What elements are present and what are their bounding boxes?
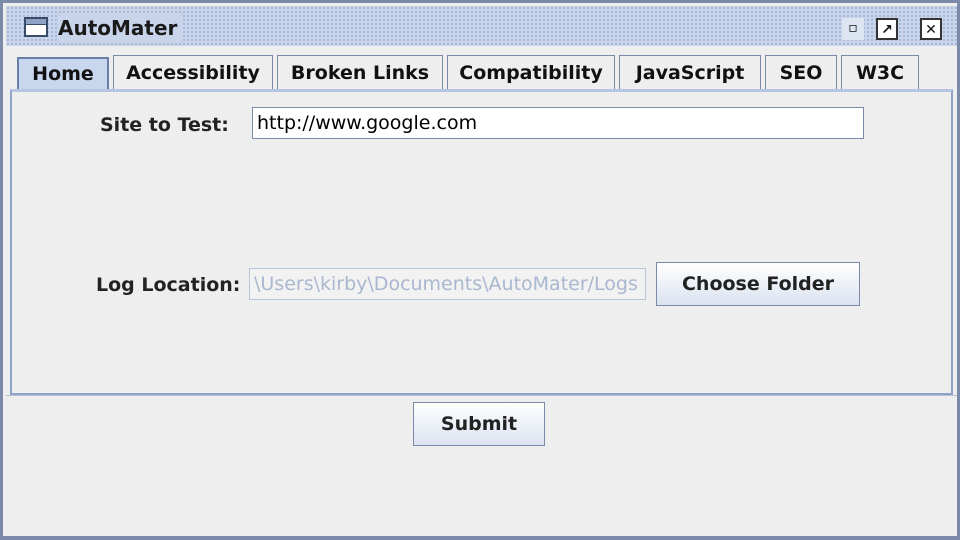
close-icon: ✕ <box>925 22 937 38</box>
app-window: AutoMater ▫ ↗ ✕ Home Accessibility Broke… <box>0 0 960 540</box>
close-button[interactable]: ✕ <box>920 18 942 40</box>
tab-broken-links[interactable]: Broken Links <box>277 55 443 89</box>
choose-folder-button[interactable]: Choose Folder <box>656 262 860 306</box>
home-panel: Site to Test: http://www.google.com Log … <box>10 89 953 395</box>
tab-home[interactable]: Home <box>17 57 109 89</box>
site-url-input[interactable]: http://www.google.com <box>252 107 864 139</box>
minimize-button[interactable]: ▫ <box>842 18 864 40</box>
divider <box>6 395 957 396</box>
minimize-icon: ▫ <box>848 20 858 36</box>
tab-accessibility[interactable]: Accessibility <box>113 55 273 89</box>
tab-w3c[interactable]: W3C <box>841 55 919 89</box>
tab-javascript[interactable]: JavaScript <box>619 55 761 89</box>
tab-seo[interactable]: SEO <box>765 55 837 89</box>
log-location-label: Log Location: <box>96 274 241 296</box>
window-icon <box>24 17 48 37</box>
maximize-icon: ↗ <box>881 22 893 38</box>
submit-button[interactable]: Submit <box>413 402 545 446</box>
title-bar[interactable]: AutoMater ▫ ↗ ✕ <box>6 6 957 46</box>
tab-compatibility[interactable]: Compatibility <box>447 55 615 89</box>
log-location-input: \Users\kirby\Documents\AutoMater/Logs <box>249 268 646 300</box>
maximize-button[interactable]: ↗ <box>876 18 898 40</box>
window-title: AutoMater <box>58 15 184 41</box>
site-label: Site to Test: <box>100 114 229 136</box>
